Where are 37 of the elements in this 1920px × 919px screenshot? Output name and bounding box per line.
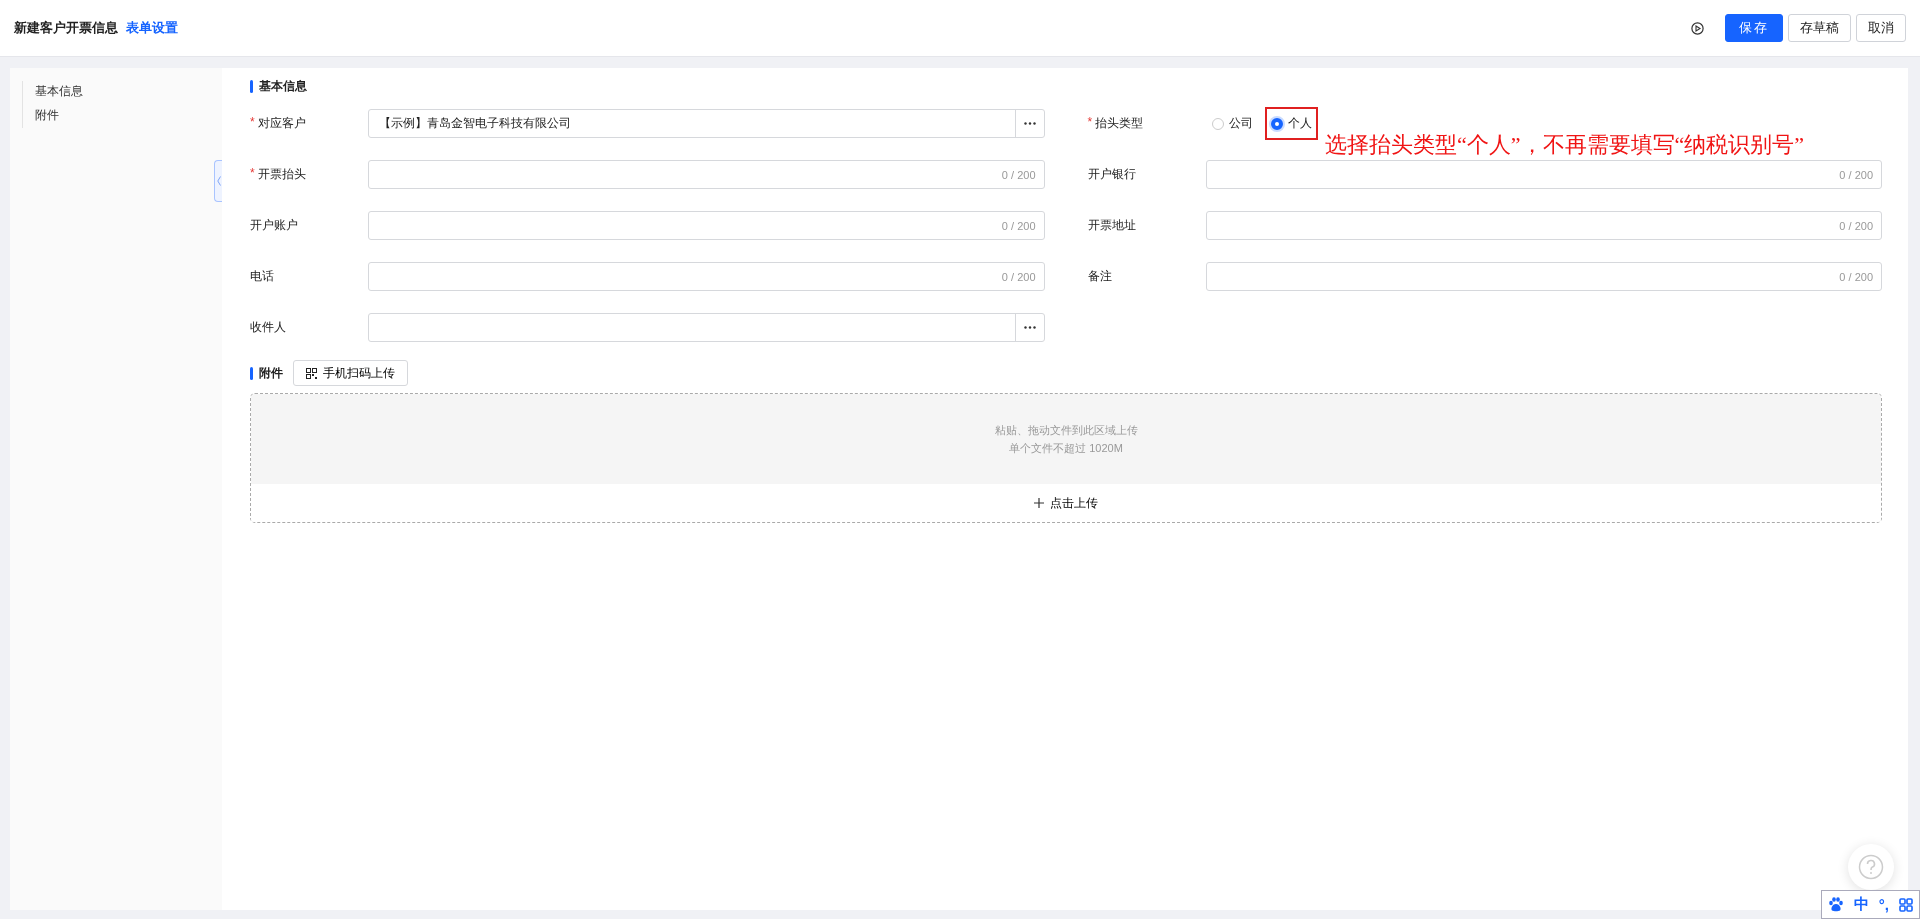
radio-label[interactable]: 公司 xyxy=(1228,115,1253,132)
field-label: 开票地址 xyxy=(1087,217,1136,234)
upload-dropzone[interactable]: 粘贴、拖动文件到此区域上传 单个文件不超过 1020M 点击上传 xyxy=(250,393,1882,523)
section-title: 附件 xyxy=(259,364,283,382)
page-title: 新建客户开票信息 xyxy=(14,19,118,37)
dropzone-hint: 粘贴、拖动文件到此区域上传 xyxy=(994,422,1138,438)
field-label: 开户账户 xyxy=(250,217,298,234)
dropzone-hint: 单个文件不超过 1020M xyxy=(1009,440,1123,456)
required-mark: * xyxy=(1087,115,1093,131)
annotation-text: 选择抬头类型“个人”，不再需要填写“纳税识别号” xyxy=(1325,132,1805,158)
radio-label[interactable]: 个人 xyxy=(1287,115,1312,132)
char-counter: 0 / 200 xyxy=(1001,219,1037,232)
char-counter: 0 / 200 xyxy=(1839,219,1874,232)
form-settings-link[interactable]: 表单设置 xyxy=(126,19,178,37)
sidebar-item[interactable]: 基本信息 xyxy=(35,83,222,100)
field-label: 收件人 xyxy=(250,319,286,336)
sidebar-item[interactable]: 附件 xyxy=(35,107,222,124)
field-label: 开票抬头 xyxy=(257,166,306,183)
lookup-field[interactable]: 【示例】青岛金智电子科技有限公司 xyxy=(368,109,1045,138)
field-label: 抬头类型 xyxy=(1095,115,1144,132)
action-button[interactable]: 存草稿 xyxy=(1788,14,1851,42)
field-label: 备注 xyxy=(1087,268,1112,285)
required-mark: * xyxy=(250,115,255,131)
field-label: 开户银行 xyxy=(1087,166,1136,183)
char-counter: 0 / 200 xyxy=(1001,270,1037,283)
char-counter: 0 / 200 xyxy=(1839,168,1874,181)
action-button[interactable]: 取消 xyxy=(1856,14,1906,42)
field-label: 对应客户 xyxy=(257,115,306,132)
char-counter: 0 / 200 xyxy=(1839,270,1874,283)
save-button[interactable]: 保存 xyxy=(1725,14,1783,42)
ime-toggle[interactable]: 中 xyxy=(1853,895,1869,914)
scan-upload-button[interactable]: 手机扫码上传 xyxy=(293,360,408,386)
required-mark: * xyxy=(250,166,255,182)
char-counter: 0 / 200 xyxy=(1001,168,1037,181)
section-title: 基本信息 xyxy=(259,77,307,95)
ime-toggle[interactable]: °, xyxy=(1878,896,1889,913)
field-label: 电话 xyxy=(250,268,274,285)
